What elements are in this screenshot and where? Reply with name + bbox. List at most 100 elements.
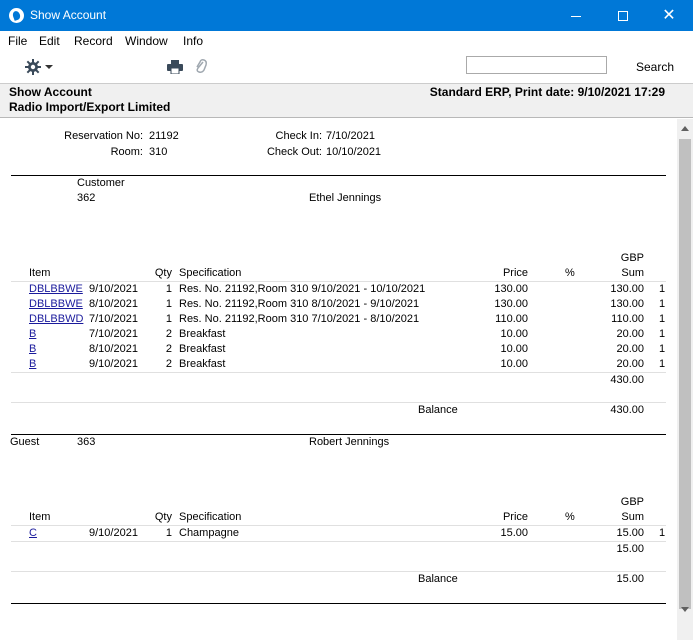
search-button[interactable]: Search — [636, 60, 674, 74]
table-row-spec: Res. No. 21192,Room 310 8/10/2021 - 9/10… — [179, 298, 420, 310]
table-divider — [11, 281, 666, 282]
minimize-button[interactable] — [553, 0, 599, 31]
minimize-icon — [571, 15, 581, 17]
room-label: Room: — [110, 146, 143, 158]
report-header: Show Account Radio Import/Export Limited… — [0, 83, 693, 118]
table-row-spec: Breakfast — [179, 343, 226, 355]
divider — [11, 175, 666, 176]
title-bar: Show Account ✕ — [0, 0, 693, 31]
table-row-spec: Res. No. 21192,Room 310 9/10/2021 - 10/1… — [179, 283, 426, 295]
table-row-sum: 130.00 — [610, 298, 644, 310]
table-row-flag: 1 — [659, 328, 666, 340]
table-row-item-link[interactable]: B — [29, 328, 36, 341]
search-input[interactable] — [466, 56, 607, 74]
table-row-sum: 110.00 — [611, 313, 644, 325]
divider — [11, 434, 666, 435]
table-row-qty: 1 — [165, 313, 172, 325]
table-row-sum: 15.00 — [616, 527, 644, 539]
close-icon: ✕ — [662, 7, 676, 24]
col-item: Item — [29, 267, 51, 279]
table-row-price: 10.00 — [500, 328, 528, 340]
table-row-date: 8/10/2021 — [89, 298, 138, 310]
table-row-item-link[interactable]: DBLBBWD — [29, 313, 83, 326]
divider — [11, 603, 666, 604]
col-sum: Sum — [621, 511, 644, 523]
scrollbar-thumb[interactable] — [679, 139, 691, 609]
table-row-sum: 20.00 — [616, 328, 644, 340]
printer-icon[interactable] — [167, 60, 183, 74]
section-total: 430.00 — [610, 374, 644, 386]
table-row-item-link[interactable]: DBLBBWE — [29, 298, 83, 311]
table-row-spec: Res. No. 21192,Room 310 7/10/2021 - 8/10… — [179, 313, 420, 325]
customer-label: Customer — [77, 177, 125, 189]
table-divider — [11, 402, 666, 403]
table-row-flag: 1 — [659, 358, 666, 370]
table-row-qty: 1 — [165, 283, 172, 295]
table-row-flag: 1 — [659, 313, 666, 325]
guest-name: Robert Jennings — [309, 436, 390, 448]
menu-file[interactable]: File — [8, 34, 27, 48]
gear-icon[interactable] — [25, 59, 41, 75]
balance-value: 15.00 — [616, 573, 644, 585]
checkout-label: Check Out: — [266, 146, 322, 158]
table-divider — [11, 541, 666, 542]
chevron-down-icon[interactable] — [45, 65, 53, 69]
col-price: Price — [502, 267, 528, 279]
customer-name: Ethel Jennings — [309, 192, 382, 204]
maximize-icon — [618, 11, 628, 22]
col-sum: Sum — [621, 267, 644, 279]
col-currency: GBP — [620, 496, 644, 508]
table-row-date: 9/10/2021 — [89, 283, 138, 295]
table-row-date: 7/10/2021 — [89, 313, 138, 325]
table-row-qty: 2 — [165, 358, 172, 370]
table-row-item-link[interactable]: B — [29, 358, 36, 371]
scroll-up-icon[interactable] — [681, 126, 689, 131]
balance-label: Balance — [418, 404, 458, 416]
table-row-item-link[interactable]: DBLBBWE — [29, 283, 83, 296]
customer-code: 362 — [77, 192, 96, 204]
menu-window[interactable]: Window — [125, 34, 168, 48]
table-row-date: 8/10/2021 — [89, 343, 138, 355]
table-row-sum: 20.00 — [616, 358, 644, 370]
table-row-spec: Champagne — [179, 527, 239, 539]
guest-label: Guest — [10, 436, 40, 448]
table-row-date: 9/10/2021 — [89, 358, 138, 370]
table-row-spec: Breakfast — [179, 358, 226, 370]
guest-code: 363 — [77, 436, 96, 448]
table-row-price: 10.00 — [500, 343, 528, 355]
table-row-item-link[interactable]: B — [29, 343, 36, 356]
col-percent: % — [565, 267, 575, 279]
room-no: 310 — [149, 146, 168, 158]
table-row-sum: 20.00 — [616, 343, 644, 355]
menu-edit[interactable]: Edit — [39, 34, 60, 48]
table-row-flag: 1 — [659, 283, 666, 295]
maximize-button[interactable] — [600, 0, 646, 31]
table-row-flag: 1 — [659, 343, 666, 355]
col-specification: Specification — [179, 267, 242, 279]
vertical-scrollbar[interactable] — [677, 119, 693, 640]
close-button[interactable]: ✕ — [646, 0, 692, 31]
print-info: Standard ERP, Print date: 9/10/2021 17:2… — [429, 85, 665, 99]
col-item: Item — [29, 511, 51, 523]
table-divider — [11, 525, 666, 526]
table-row-date: 7/10/2021 — [89, 328, 138, 340]
paperclip-icon[interactable] — [194, 58, 208, 75]
reservation-no: 21192 — [149, 130, 179, 142]
table-row-qty: 1 — [165, 527, 172, 539]
reservation-label: Reservation No: — [64, 130, 143, 142]
balance-value: 430.00 — [610, 404, 644, 416]
table-row-sum: 130.00 — [610, 283, 644, 295]
menu-info[interactable]: Info — [183, 34, 203, 48]
table-row-price: 110.00 — [495, 313, 528, 325]
scroll-down-icon[interactable] — [681, 607, 689, 612]
col-qty: Qty — [154, 267, 172, 279]
table-row-price: 15.00 — [500, 527, 528, 539]
table-row-price: 10.00 — [500, 358, 528, 370]
table-row-price: 130.00 — [494, 298, 528, 310]
menu-record[interactable]: Record — [74, 34, 113, 48]
table-row-item-link[interactable]: C — [29, 527, 37, 540]
table-row-qty: 2 — [165, 328, 172, 340]
table-row-qty: 1 — [165, 298, 172, 310]
table-divider — [11, 372, 666, 373]
company-name: Radio Import/Export Limited — [9, 100, 171, 114]
